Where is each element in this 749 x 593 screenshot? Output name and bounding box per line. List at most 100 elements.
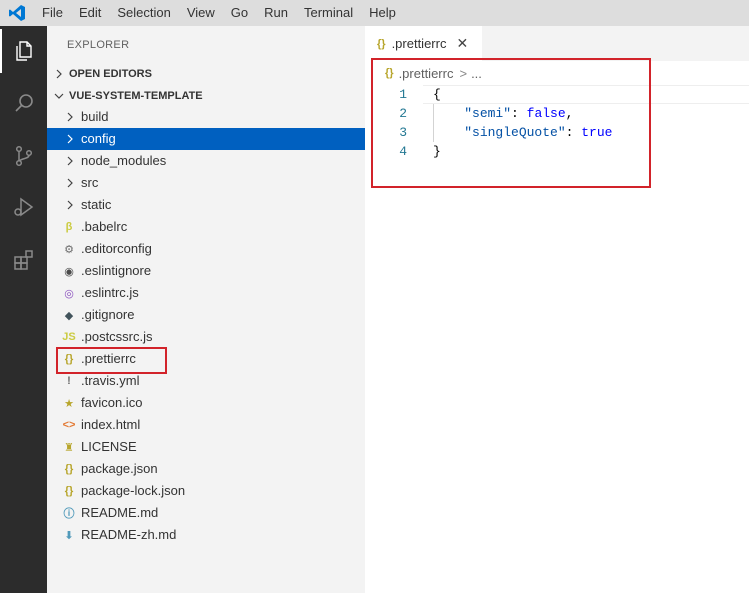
menu-terminal[interactable]: Terminal xyxy=(296,0,361,26)
breadcrumb-more[interactable]: ... xyxy=(471,66,482,81)
tree-file[interactable]: ◎ .eslintrc.js xyxy=(47,282,365,304)
tree-folder[interactable]: static xyxy=(47,194,365,216)
chevron-right-icon xyxy=(63,194,77,216)
breadcrumb-file[interactable]: .prettierrc xyxy=(399,66,454,81)
menu-bar: File Edit Selection View Go Run Terminal… xyxy=(0,0,749,26)
code-text: } xyxy=(433,142,441,161)
open-editors-section[interactable]: OPEN EDITORS xyxy=(47,63,365,85)
tree-file[interactable]: ! .travis.yml xyxy=(47,370,365,392)
tree-item-label: .babelrc xyxy=(81,219,128,234)
tree-file[interactable]: {} package.json xyxy=(47,458,365,480)
explorer-icon[interactable] xyxy=(0,29,47,73)
tree-item-label: .eslintrc.js xyxy=(81,285,139,300)
menu-run[interactable]: Run xyxy=(256,0,296,26)
json-braces-icon: {} xyxy=(64,353,74,365)
close-icon[interactable]: ✕ xyxy=(456,35,468,52)
tree-item-label: README-zh.md xyxy=(81,527,177,542)
tree-item-label: README.md xyxy=(81,505,159,520)
json-value: true xyxy=(581,125,613,140)
code-editor[interactable]: 1 { 2 "semi": false, 3 "singleQuote": tr… xyxy=(365,85,749,593)
json-key: "singleQuote" xyxy=(464,125,566,140)
tree-item-label: build xyxy=(81,109,109,124)
tree-item-label: config xyxy=(81,131,116,146)
project-label: VUE-SYSTEM-TEMPLATE xyxy=(69,90,203,102)
tree-item-label: LICENSE xyxy=(81,439,137,454)
tree-file[interactable]: ⚙ .editorconfig xyxy=(47,238,365,260)
tab-prettierrc[interactable]: {} .prettierrc ✕ xyxy=(365,26,482,61)
tree-file[interactable]: ♜ LICENSE xyxy=(47,436,365,458)
code-line: 4 } xyxy=(365,142,749,161)
menu-file[interactable]: File xyxy=(34,0,71,26)
eslint-icon: ◎ xyxy=(64,287,74,300)
explorer-title: EXPLORER xyxy=(67,39,130,51)
markdown-down-icon: ⬇ xyxy=(64,529,74,542)
tree-file[interactable]: ◉ .eslintignore xyxy=(47,260,365,282)
info-icon: ⓘ xyxy=(63,508,75,520)
chevron-right-icon xyxy=(63,106,77,128)
code-line: 1 { xyxy=(365,85,749,104)
tree-item-label: package-lock.json xyxy=(81,483,186,498)
json-braces-icon: {} xyxy=(385,67,394,79)
tab-label: .prettierrc xyxy=(391,36,447,51)
eslint-ignore-icon: ◉ xyxy=(64,265,74,278)
tree-file[interactable]: β .babelrc xyxy=(47,216,365,238)
tree-file[interactable]: ◆ .gitignore xyxy=(47,304,365,326)
menu-edit[interactable]: Edit xyxy=(71,0,109,26)
chevron-right-icon xyxy=(63,150,77,172)
tree-item-label: package.json xyxy=(81,461,158,476)
tree-folder[interactable]: src xyxy=(47,172,365,194)
search-icon[interactable] xyxy=(0,82,47,126)
menu-selection[interactable]: Selection xyxy=(109,0,178,26)
tree-folder[interactable]: build xyxy=(47,106,365,128)
activity-bar xyxy=(0,26,47,593)
json-braces-icon: {} xyxy=(64,463,74,475)
source-control-icon[interactable] xyxy=(0,134,47,178)
tree-folder[interactable]: config xyxy=(47,128,365,150)
menu-go[interactable]: Go xyxy=(223,0,256,26)
git-icon: ◆ xyxy=(64,309,74,322)
html-icon: <> xyxy=(62,419,76,431)
json-key: "semi" xyxy=(464,106,512,121)
tree-file[interactable]: {} package-lock.json xyxy=(47,480,365,502)
tree-file[interactable]: JS .postcssrc.js xyxy=(47,326,365,348)
line-number: 3 xyxy=(399,125,407,140)
tree-file[interactable]: ⓘ README.md xyxy=(47,502,365,524)
js-icon: JS xyxy=(62,331,76,343)
tree-file[interactable]: {} .prettierrc xyxy=(47,348,365,370)
file-tree: build config node_modulessrc static β .babelr… xyxy=(47,106,365,546)
gear-icon: ⚙ xyxy=(64,243,74,256)
breadcrumb: {} .prettierrc > ... xyxy=(365,61,749,85)
yaml-icon: ! xyxy=(67,375,71,387)
run-debug-icon[interactable] xyxy=(0,185,47,229)
chevron-right-icon xyxy=(63,128,77,150)
tree-file[interactable]: ⬇ README-zh.md xyxy=(47,524,365,546)
menu-help[interactable]: Help xyxy=(361,0,404,26)
tree-item-label: node_modules xyxy=(81,153,167,168)
breadcrumb-separator: > xyxy=(459,65,468,81)
tree-item-label: .editorconfig xyxy=(81,241,152,256)
line-number: 1 xyxy=(399,87,407,102)
close-brace: } xyxy=(433,144,441,159)
json-braces-icon: {} xyxy=(64,485,74,497)
chevron-down-icon xyxy=(49,91,69,101)
menu-view[interactable]: View xyxy=(179,0,223,26)
code-line: 2 "semi": false, xyxy=(365,104,749,123)
code-text: "semi": false, xyxy=(464,106,574,121)
line-number: 2 xyxy=(399,106,407,121)
chevron-right-icon xyxy=(63,172,77,194)
open-editors-label: OPEN EDITORS xyxy=(69,68,152,80)
tree-file[interactable]: ★ favicon.ico xyxy=(47,392,365,414)
code-text: "singleQuote": true xyxy=(464,125,613,140)
code-text: { xyxy=(433,85,441,104)
chevron-right-icon xyxy=(49,69,69,79)
tree-folder[interactable]: node_modules xyxy=(47,150,365,172)
tree-file[interactable]: <> index.html xyxy=(47,414,365,436)
open-brace: { xyxy=(433,87,441,102)
tree-item-label: .eslintignore xyxy=(81,263,152,278)
vscode-logo-icon xyxy=(0,0,34,26)
star-icon: ★ xyxy=(64,397,74,410)
tree-item-label: favicon.ico xyxy=(81,395,143,410)
project-section[interactable]: VUE-SYSTEM-TEMPLATE xyxy=(47,85,365,107)
tree-item-label: .gitignore xyxy=(81,307,135,322)
extensions-icon[interactable] xyxy=(0,238,47,282)
